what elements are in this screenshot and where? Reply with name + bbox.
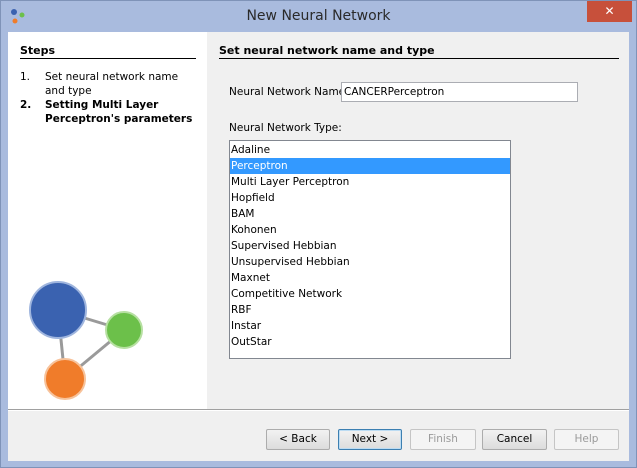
step-number: 2. bbox=[20, 99, 32, 111]
network-type-option[interactable]: BAM bbox=[230, 206, 510, 222]
panel-title: Set neural network name and type bbox=[219, 44, 435, 57]
panel-divider bbox=[219, 58, 619, 59]
button-bar-divider-highlight bbox=[8, 410, 629, 411]
network-type-option[interactable]: Maxnet bbox=[230, 270, 510, 286]
close-button[interactable]: ✕ bbox=[587, 1, 632, 22]
network-type-label: Neural Network Type: bbox=[229, 122, 342, 134]
window-title: New Neural Network bbox=[246, 8, 391, 24]
network-name-input[interactable]: CANCERPerceptron bbox=[341, 82, 578, 102]
back-button[interactable]: < Back bbox=[266, 429, 330, 450]
orange-node bbox=[44, 358, 86, 400]
cancel-button[interactable]: Cancel bbox=[482, 429, 547, 450]
blue-node bbox=[29, 281, 87, 339]
dialog-body: Steps 1. Set neural network name and typ… bbox=[8, 32, 629, 461]
steps-divider bbox=[20, 58, 196, 59]
finish-button[interactable]: Finish bbox=[410, 429, 476, 450]
content-pane: Set neural network name and type Neural … bbox=[207, 32, 629, 409]
next-button[interactable]: Next > bbox=[338, 429, 402, 450]
network-type-option[interactable]: Supervised Hebbian bbox=[230, 238, 510, 254]
step-label: Setting Multi Layer Perceptron's paramet… bbox=[45, 99, 193, 125]
network-type-option[interactable]: Kohonen bbox=[230, 222, 510, 238]
network-type-option[interactable]: OutStar bbox=[230, 334, 510, 350]
dialog-window: New Neural Network ✕ Steps 1. Set neural… bbox=[0, 0, 637, 468]
neural-network-illustration bbox=[29, 281, 143, 400]
step-label: Set neural network name and type bbox=[45, 71, 179, 97]
network-type-list[interactable]: Adaline Perceptron Multi Layer Perceptron H… bbox=[229, 140, 511, 359]
network-type-option[interactable]: Perceptron bbox=[230, 158, 510, 174]
network-name-label: Neural Network Name: bbox=[229, 86, 349, 98]
close-icon: ✕ bbox=[604, 4, 615, 18]
network-type-option[interactable]: RBF bbox=[230, 302, 510, 318]
help-button[interactable]: Help bbox=[554, 429, 619, 450]
network-type-option[interactable]: Instar bbox=[230, 318, 510, 334]
network-type-option[interactable]: Competitive Network bbox=[230, 286, 510, 302]
green-node bbox=[105, 311, 143, 349]
steps-pane: Steps 1. Set neural network name and typ… bbox=[8, 32, 207, 409]
step-number: 1. bbox=[20, 71, 31, 83]
title-bar[interactable]: New Neural Network ✕ bbox=[1, 1, 636, 32]
network-type-option[interactable]: Unsupervised Hebbian bbox=[230, 254, 510, 270]
network-type-option[interactable]: Adaline bbox=[230, 142, 510, 158]
steps-title: Steps bbox=[20, 44, 56, 57]
network-type-option[interactable]: Hopfield bbox=[230, 190, 510, 206]
network-type-option[interactable]: Multi Layer Perceptron bbox=[230, 174, 510, 190]
